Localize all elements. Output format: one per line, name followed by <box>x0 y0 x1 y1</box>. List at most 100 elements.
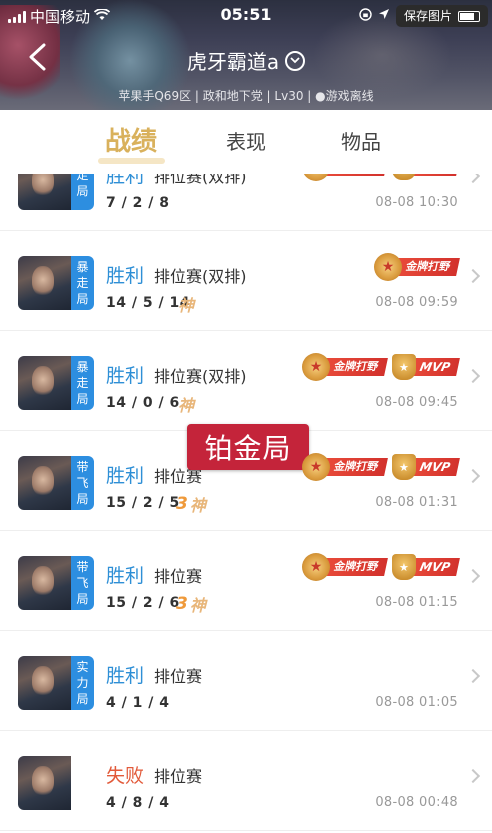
mode-char: 飞 <box>76 476 89 490</box>
match-date: 08-08 01:15 <box>375 595 458 610</box>
match-row[interactable]: 暴走局 胜利 排位赛(双排) 14 / 0 / 6 神 ★ 金牌打野 ★ MVP… <box>0 331 492 431</box>
gold-badge-label: 金牌打野 <box>322 358 388 376</box>
chevron-right-icon <box>465 468 481 484</box>
match-row[interactable]: 失败 排位赛 4 / 8 / 4 08-08 00:48 <box>0 731 492 831</box>
medal-icon: ★ <box>301 353 330 381</box>
match-badges: ★ 金牌打野 <box>374 253 460 281</box>
kda: 15 / 2 / 6 <box>106 595 180 611</box>
chevron-right-icon <box>465 174 481 184</box>
player-name-selector[interactable]: 虎牙霸道a <box>0 46 492 75</box>
save-image-button[interactable]: 保存图片 <box>395 5 488 27</box>
tab-performance[interactable]: 表现 <box>189 110 304 174</box>
mvp-badge-label: MVP <box>410 358 460 376</box>
tab-bar: 战绩 表现 物品 <box>0 110 492 174</box>
trophy-icon: ★ <box>391 354 416 380</box>
gold-jungler-badge: ★ 金牌打野 <box>374 253 460 281</box>
hero-avatar: 实力局 <box>18 656 94 710</box>
hero-portrait <box>18 556 71 610</box>
streak-tags: 3 神 <box>176 492 206 516</box>
gold-jungler-badge: ★ 金牌打野 <box>301 174 388 181</box>
match-type: 排位赛(双排) <box>154 367 247 386</box>
hero-portrait <box>18 656 71 710</box>
chevron-right-icon <box>465 568 481 584</box>
godlike-tag: 神 <box>189 596 206 615</box>
match-type: 排位赛 <box>154 767 203 786</box>
mvp-badge: ★ MVP <box>391 354 460 380</box>
mvp-badge-label: MVP <box>410 458 460 476</box>
save-image-label: 保存图片 <box>403 9 452 23</box>
streak-tags: 神 <box>176 292 194 316</box>
tab-record[interactable]: 战绩 <box>74 110 189 174</box>
match-date: 08-08 09:45 <box>375 395 458 410</box>
mvp-badge-label: MVP <box>410 174 460 176</box>
kda: 7 / 2 / 8 <box>106 195 170 211</box>
orientation-lock-icon <box>359 7 372 25</box>
match-type: 排位赛 <box>154 567 203 586</box>
match-result: 胜利 <box>106 265 145 287</box>
hero-portrait <box>18 174 71 210</box>
gold-jungler-badge: ★ 金牌打野 <box>301 453 388 481</box>
tab-items[interactable]: 物品 <box>304 110 419 174</box>
hero-avatar: 暴走局 <box>18 356 94 410</box>
kill-streak-count: 3 <box>176 494 188 514</box>
gold-badge-label: 金牌打野 <box>322 174 388 176</box>
hero-avatar <box>18 756 94 810</box>
match-type: 排位赛(双排) <box>154 267 247 286</box>
kda: 14 / 0 / 6 <box>106 395 180 411</box>
match-badges: ★ 金牌打野 ★ MVP <box>301 174 460 181</box>
chevron-right-icon <box>465 368 481 384</box>
status-right: 保存图片 <box>359 5 488 27</box>
match-mode-tag: 带飞局 <box>71 556 94 610</box>
match-date: 08-08 01:31 <box>375 495 458 510</box>
mode-char: 局 <box>76 392 89 406</box>
match-mode-tag: 实力局 <box>71 656 94 710</box>
godlike-tag: 神 <box>178 396 195 415</box>
kda: 15 / 2 / 5 <box>106 495 180 511</box>
status-bar: 中国移动 05:51 保存图片 <box>0 0 492 32</box>
trophy-icon: ★ <box>391 454 416 480</box>
hero-avatar: 走局 <box>18 174 94 210</box>
match-row[interactable]: 暴走局 胜利 排位赛(双排) 14 / 5 / 14 神 ★ 金牌打野 08-0… <box>0 231 492 331</box>
gold-badge-label: 金牌打野 <box>322 558 388 576</box>
gold-jungler-badge: ★ 金牌打野 <box>301 553 388 581</box>
match-row[interactable]: 带飞局 胜利 排位赛 15 / 2 / 6 3 神 ★ 金牌打野 ★ MVP 0… <box>0 531 492 631</box>
hero-avatar: 暴走局 <box>18 256 94 310</box>
kda: 4 / 8 / 4 <box>106 795 170 811</box>
mvp-badge: ★ MVP <box>391 454 460 480</box>
mode-char: 飞 <box>76 576 89 590</box>
profile-header: 中国移动 05:51 保存图片 虎牙霸道a 苹果手Q69区 | 政和地下党 | … <box>0 0 492 110</box>
chevron-down-icon <box>285 50 306 71</box>
hero-avatar: 带飞局 <box>18 456 94 510</box>
chevron-right-icon <box>465 268 481 284</box>
kda: 4 / 1 / 4 <box>106 695 170 711</box>
mode-char: 局 <box>76 184 89 198</box>
match-result: 胜利 <box>106 174 145 187</box>
battery-icon <box>458 10 480 22</box>
mode-char: 走 <box>76 174 89 182</box>
hero-portrait <box>18 456 71 510</box>
mode-char: 带 <box>76 460 89 474</box>
match-mode-tag: 暴走局 <box>71 356 94 410</box>
match-badges: ★ 金牌打野 ★ MVP <box>301 353 460 381</box>
match-badges: ★ 金牌打野 ★ MVP <box>301 453 460 481</box>
match-result: 胜利 <box>106 565 145 587</box>
match-mode-tag: 暴走局 <box>71 256 94 310</box>
godlike-tag: 神 <box>178 296 195 315</box>
match-type: 排位赛 <box>154 667 203 686</box>
match-result: 胜利 <box>106 465 145 487</box>
player-info: 苹果手Q69区 | 政和地下党 | Lv30 | ●游戏离线 <box>118 89 374 103</box>
match-result: 胜利 <box>106 365 145 387</box>
mode-char: 实 <box>76 660 89 674</box>
kill-streak-count: 3 <box>176 594 188 614</box>
gold-badge-label: 金牌打野 <box>322 458 388 476</box>
mvp-badge: ★ MVP <box>391 174 460 180</box>
mode-char: 力 <box>76 676 89 690</box>
match-row[interactable]: 走局 胜利 排位赛(双排) 7 / 2 / 8 ★ 金牌打野 ★ MVP 08-… <box>0 174 492 231</box>
match-result: 胜利 <box>106 665 145 687</box>
match-row[interactable]: 实力局 胜利 排位赛 4 / 1 / 4 08-08 01:05 <box>0 631 492 731</box>
match-mode-tag: 走局 <box>71 174 94 210</box>
mvp-badge-label: MVP <box>410 558 460 576</box>
hero-portrait <box>18 256 71 310</box>
mode-char: 走 <box>76 276 89 290</box>
mode-char: 走 <box>76 376 89 390</box>
